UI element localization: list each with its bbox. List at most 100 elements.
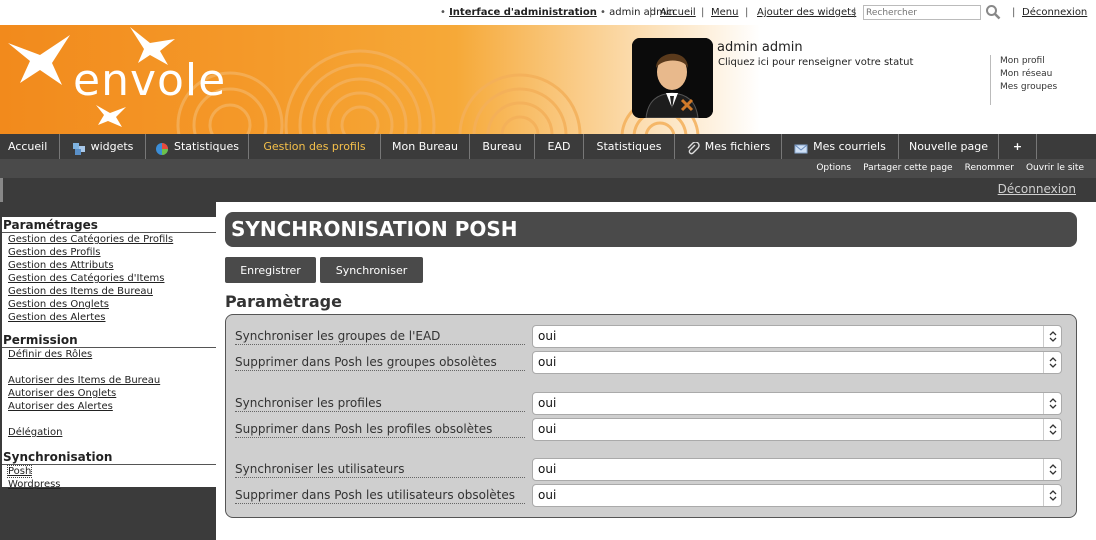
rename-link[interactable]: Renommer <box>965 163 1014 173</box>
paperclip-icon <box>686 140 700 154</box>
setting-label: Supprimer dans Posh les groupes obsolète… <box>235 355 525 371</box>
divider: | <box>649 7 653 18</box>
profile-user-name[interactable]: admin admin <box>717 40 803 55</box>
select-value: oui <box>538 396 557 410</box>
select-arrows-icon <box>1043 459 1061 480</box>
header-banner: envole admin admin Cliquez ici pour rens… <box>0 25 1096 134</box>
delete-groups-select[interactable]: oui <box>532 351 1062 374</box>
delete-profiles-select[interactable]: oui <box>532 418 1062 441</box>
tab-label: Mes fichiers <box>704 140 771 153</box>
sidebar-menu: Paramétrages Gestion des Catégories de P… <box>2 217 216 490</box>
profile-links: Mon profil Mon réseau Mes groupes <box>990 55 1090 105</box>
options-link[interactable]: Options <box>816 163 851 173</box>
tab-mes-fichiers[interactable]: Mes fichiers <box>675 134 782 159</box>
sidebar-item-profils[interactable]: Gestion des Profils <box>2 246 216 259</box>
tab-label: Mon Bureau <box>392 140 458 153</box>
tab-label: Accueil <box>8 140 48 153</box>
tab-statistiques-gadget[interactable]: Statistiques <box>146 134 249 159</box>
sidebar-item-items-bureau[interactable]: Gestion des Items de Bureau <box>2 285 216 298</box>
envole-logo[interactable]: envole <box>73 55 226 106</box>
logout-link[interactable]: Déconnexion <box>998 182 1076 196</box>
envelope-icon <box>794 140 808 154</box>
setting-row-sync-users: Synchroniser les utilisateurs oui <box>226 458 1078 482</box>
sidebar-heading-synchronisation: Synchronisation <box>2 449 216 465</box>
tab-label: widgets <box>90 140 134 153</box>
sidebar-item-autoriser-items[interactable]: Autoriser des Items de Bureau <box>2 374 216 387</box>
share-page-link[interactable]: Partager cette page <box>863 163 953 173</box>
sync-profiles-select[interactable]: oui <box>532 392 1062 415</box>
tab-label: Statistiques <box>174 140 239 153</box>
sidebar-item-delegation[interactable]: Délégation <box>2 426 216 439</box>
select-arrows-icon <box>1043 419 1061 440</box>
sidebar-item-label: Posh <box>6 465 33 478</box>
main-navigation: Accueil widgets Statistiques Gestion des… <box>0 134 1096 159</box>
sidebar-item-onglets[interactable]: Gestion des Onglets <box>2 298 216 311</box>
tab-statistiques[interactable]: Statistiques <box>584 134 675 159</box>
tab-gestion-des-profils[interactable]: Gestion des profils <box>249 134 381 159</box>
search-input[interactable] <box>863 5 981 20</box>
setting-label: Synchroniser les utilisateurs <box>235 462 525 478</box>
sidebar-item-wordpress[interactable]: Wordpress <box>2 478 216 491</box>
divider: | <box>701 7 705 18</box>
sidebar-item-autoriser-alertes[interactable]: Autoriser des Alertes <box>2 400 216 413</box>
synchronize-button[interactable]: Synchroniser <box>320 257 423 283</box>
search-icon[interactable] <box>985 4 1001 20</box>
bar-strip <box>0 178 3 202</box>
sidebar-item-posh[interactable]: Posh <box>2 465 216 478</box>
select-arrows-icon <box>1043 326 1061 347</box>
menu-link[interactable]: Menu <box>711 7 738 18</box>
sidebar-item-autoriser-onglets[interactable]: Autoriser des Onglets <box>2 387 216 400</box>
sidebar-heading-parametrages: Paramétrages <box>2 217 216 233</box>
setting-row-delete-groups: Supprimer dans Posh les groupes obsolète… <box>226 351 1078 375</box>
setting-label: Supprimer dans Posh les profiles obsolèt… <box>235 422 525 438</box>
divider: | <box>745 7 749 18</box>
setting-row-delete-profiles: Supprimer dans Posh les profiles obsolèt… <box>226 418 1078 442</box>
save-button[interactable]: Enregistrer <box>225 257 316 283</box>
tab-accueil[interactable]: Accueil <box>0 134 60 159</box>
page-title: SYNCHRONISATION POSH <box>225 212 1077 247</box>
sync-groups-select[interactable]: oui <box>532 325 1062 348</box>
section-title: Paramètrage <box>225 292 342 311</box>
my-network-link[interactable]: Mon réseau <box>1000 68 1090 81</box>
tab-ead[interactable]: EAD <box>535 134 584 159</box>
tab-nouvelle-page[interactable]: Nouvelle page <box>899 134 999 159</box>
logout-link-top[interactable]: Déconnexion <box>1022 7 1087 18</box>
delete-users-select[interactable]: oui <box>532 484 1062 507</box>
setting-row-sync-profiles: Synchroniser les profiles oui <box>226 392 1078 416</box>
tab-widgets[interactable]: widgets <box>60 134 146 159</box>
tab-label: EAD <box>547 140 571 153</box>
divider: | <box>1012 7 1016 18</box>
add-tab-button[interactable]: + <box>999 134 1037 159</box>
tab-label: Gestion des profils <box>263 140 366 153</box>
sidebar-item-attributs[interactable]: Gestion des Attributs <box>2 259 216 272</box>
my-groups-link[interactable]: Mes groupes <box>1000 81 1090 94</box>
sidebar-item-alertes[interactable]: Gestion des Alertes <box>2 311 216 324</box>
select-arrows-icon <box>1043 393 1061 414</box>
divider: | <box>853 7 857 18</box>
select-value: oui <box>538 329 557 343</box>
select-arrows-icon <box>1043 485 1061 506</box>
admin-sidebar: Paramétrages Gestion des Catégories de P… <box>0 202 216 540</box>
tab-mes-courriels[interactable]: Mes courriels <box>782 134 899 159</box>
sidebar-item-roles[interactable]: Définir des Rôles <box>2 348 216 361</box>
user-avatar[interactable] <box>632 38 713 118</box>
tab-mon-bureau[interactable]: Mon Bureau <box>381 134 470 159</box>
status-prompt[interactable]: Cliquez ici pour renseigner votre statut <box>718 57 913 68</box>
setting-row-sync-groups: Synchroniser les groupes de l'EAD oui <box>226 325 1078 349</box>
accueil-link[interactable]: Accueil <box>660 7 696 18</box>
setting-label: Synchroniser les groupes de l'EAD <box>235 329 525 345</box>
sidebar-item-categories-items[interactable]: Gestion des Catégories d'Items <box>2 272 216 285</box>
admin-interface-link[interactable]: Interface d'administration <box>449 7 597 18</box>
sync-users-select[interactable]: oui <box>532 458 1062 481</box>
add-widgets-link[interactable]: Ajouter des widgets <box>757 7 856 18</box>
setting-row-delete-users: Supprimer dans Posh les utilisateurs obs… <box>226 484 1078 508</box>
open-site-link[interactable]: Ouvrir le site <box>1026 163 1084 173</box>
settings-form: Synchroniser les groupes de l'EAD oui Su… <box>225 314 1077 518</box>
sidebar-item-categories-profils[interactable]: Gestion des Catégories de Profils <box>2 233 216 246</box>
tab-bureau[interactable]: Bureau <box>470 134 535 159</box>
tab-label: Statistiques <box>596 140 662 153</box>
my-profile-link[interactable]: Mon profil <box>1000 55 1090 68</box>
chart-globe-icon <box>155 140 169 155</box>
tab-label: Mes courriels <box>813 140 886 153</box>
